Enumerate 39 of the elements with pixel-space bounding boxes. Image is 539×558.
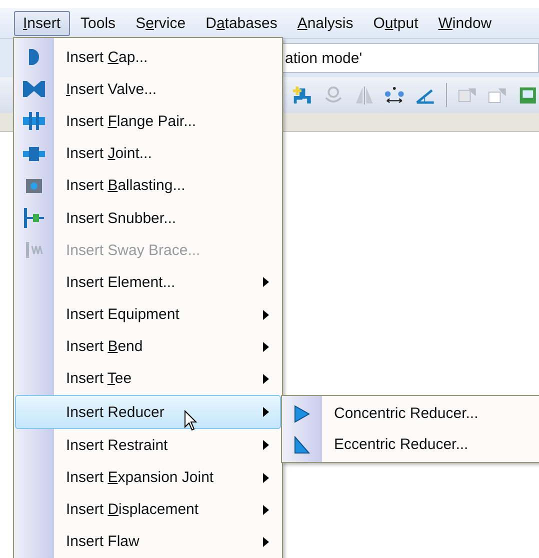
menu-item[interactable]: Insert Expansion Joint <box>16 461 280 494</box>
menu-bar-item[interactable]: Service <box>126 10 195 36</box>
menu-item[interactable]: Insert Joint... <box>16 138 280 170</box>
mouse-pointer-icon <box>184 410 198 432</box>
valve-icon <box>23 81 45 98</box>
menu-item[interactable]: Insert Snubber... <box>16 202 280 234</box>
ballast-icon <box>26 178 42 193</box>
icon-gutter <box>282 396 322 462</box>
menu-item[interactable]: Insert Flaw <box>16 526 280 558</box>
menu-bar-item[interactable]: Output <box>364 10 428 36</box>
menu-item[interactable]: Insert Equipment <box>16 298 280 331</box>
menu-item[interactable]: Insert Reducer <box>15 395 281 430</box>
mirror-icon[interactable] <box>354 84 374 106</box>
eccentric-reducer-icon <box>294 436 310 454</box>
menu-item[interactable]: Insert Flange Pair... <box>16 105 280 138</box>
menu-item[interactable]: Insert Displacement <box>16 494 280 526</box>
menu-item[interactable]: Insert Valve... <box>16 73 280 106</box>
distance-icon[interactable] <box>384 84 405 106</box>
cap-icon <box>28 48 40 66</box>
sway-brace-icon <box>24 240 44 260</box>
pipe-add-icon[interactable] <box>292 84 313 106</box>
menu-item[interactable]: Insert Tee <box>16 362 280 396</box>
joint-icon <box>23 146 45 161</box>
flange-icon <box>23 111 45 132</box>
menu-bar-item[interactable]: Analysis <box>288 10 362 36</box>
menu-bar-item[interactable]: Window <box>429 10 501 36</box>
submenu-item[interactable]: Concentric Reducer... <box>284 398 539 429</box>
menu-bar-item[interactable]: Databases <box>196 10 286 36</box>
menu-item[interactable]: Insert Restraint <box>16 429 280 462</box>
concentric-reducer-icon <box>294 404 310 422</box>
mode-field[interactable]: ation mode' <box>280 43 539 73</box>
menu-bar-item[interactable]: Tools <box>72 10 125 36</box>
menu-bar-item[interactable]: Insert <box>14 10 70 36</box>
snubber-icon <box>24 208 44 228</box>
menu-item[interactable]: Insert Element... <box>16 266 280 298</box>
menu-item[interactable]: Insert Ballasting... <box>16 170 280 202</box>
menu-item[interactable]: Insert Cap... <box>16 41 280 74</box>
submenu-item[interactable]: Eccentric Reducer... <box>284 429 539 460</box>
menu-item[interactable]: Insert Bend <box>16 330 280 363</box>
